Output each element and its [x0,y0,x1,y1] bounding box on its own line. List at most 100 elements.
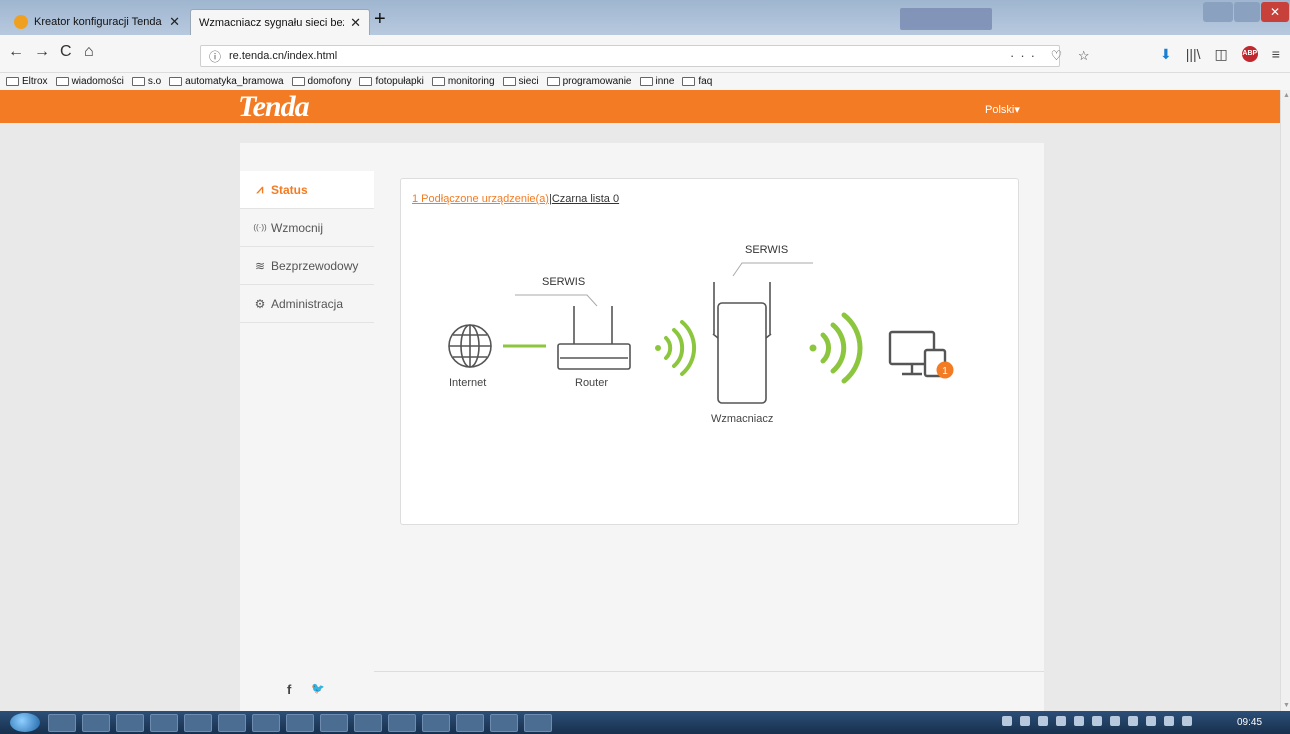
signal-icon [809,312,863,384]
bookmarks-bar: Eltrox wiadomości s.o automatyka_bramowa… [0,73,1290,90]
extender-service-label: SERWIS [745,244,789,256]
new-tab-button[interactable]: + [374,8,386,31]
sidebar-item-wzmocnij[interactable]: ((·)) Wzmocnij [240,209,374,247]
page-header [0,90,1280,123]
bookmark-item[interactable]: faq [682,76,712,87]
close-window-button[interactable]: ✕ [1261,2,1289,22]
sidebar-item-bezprzewodowy[interactable]: ≋ Bezprzewodowy [240,247,374,285]
taskbar-app[interactable] [252,714,280,732]
bookmark-item[interactable]: wiadomości [55,76,124,87]
router-icon [557,306,631,370]
tray-icon[interactable] [1146,716,1156,726]
tray-icon[interactable] [1038,716,1048,726]
menu-icon[interactable]: ≡ [1272,46,1280,63]
tray-icon[interactable] [1182,716,1192,726]
folder-icon [639,77,653,86]
folder-icon [291,77,305,86]
scroll-up-icon[interactable]: ▲ [1283,92,1290,99]
sidebar: ⩘ Status ((·)) Wzmocnij ≋ Bezprzewodowy … [240,143,374,711]
system-tray [1002,716,1192,726]
device-count: 1 [942,366,948,377]
bookmark-item[interactable]: sieci [502,76,539,87]
folder-icon [431,77,445,86]
bookmark-item[interactable]: monitoring [431,76,495,87]
minimize-button[interactable] [1203,2,1233,22]
sidebar-item-label: Status [271,182,308,197]
tray-icon[interactable] [1056,716,1066,726]
taskbar-app[interactable] [320,714,348,732]
tab-kreator[interactable]: Kreator konfiguracji Tenda ✕ [6,9,188,35]
taskbar-app[interactable] [82,714,110,732]
info-icon[interactable]: ⓘ [209,48,221,65]
scroll-down-icon[interactable]: ▼ [1283,702,1290,709]
library-icon[interactable]: |||\ [1186,46,1201,63]
taskbar-app[interactable] [490,714,518,732]
facebook-icon[interactable]: f [287,682,291,697]
tab-strip: Kreator konfiguracji Tenda ✕ Wzmacniacz … [0,0,1290,35]
tenda-logo: Tenda [238,90,310,123]
taskbar-app[interactable] [388,714,416,732]
taskbar-app[interactable] [116,714,144,732]
url-input[interactable]: ⓘ re.tenda.cn/index.html [200,45,1060,67]
toolbar-icons: ⬇ |||\ ◫ ABP ≡ [1160,46,1280,63]
adblock-icon[interactable]: ABP [1241,46,1258,62]
maximize-button[interactable] [1234,2,1260,22]
window-thumbnail [900,8,992,30]
download-icon[interactable]: ⬇ [1160,46,1172,63]
bookmark-item[interactable]: automatyka_bramowa [169,76,284,87]
bookmark-item[interactable]: domofony [291,76,351,87]
globe-icon [448,324,492,368]
taskbar-app[interactable] [286,714,314,732]
taskbar-app[interactable] [354,714,382,732]
sidebar-icon[interactable]: ◫ [1215,46,1228,63]
folder-icon [546,77,560,86]
language-select[interactable]: Polski▾ [985,103,1020,116]
tab-title: Kreator konfiguracji Tenda [34,16,162,28]
folder-icon [502,77,516,86]
back-button[interactable]: ← [8,43,24,61]
page-scrollbar[interactable]: ▲ ▼ [1280,90,1290,711]
footer-divider [374,671,1044,672]
gear-icon: ⚙ [254,296,266,311]
taskbar-clock[interactable]: 09:45 [1237,717,1262,728]
tray-icon[interactable] [1020,716,1030,726]
close-icon[interactable]: ✕ [169,14,180,30]
bookmark-item[interactable]: Eltrox [6,76,48,87]
start-button[interactable] [10,713,40,732]
tray-icon[interactable] [1128,716,1138,726]
bookmark-item[interactable]: inne [639,76,674,87]
topology-diagram: 1 [448,262,954,404]
forward-button[interactable]: → [34,43,50,61]
folder-icon [682,77,696,86]
antenna-icon: ((·)) [253,223,267,232]
taskbar-app[interactable] [184,714,212,732]
taskbar-app[interactable] [48,714,76,732]
close-icon[interactable]: ✕ [350,15,361,31]
tray-icon[interactable] [1002,716,1012,726]
page-actions[interactable]: ··· ♡ ☆ [1010,48,1096,64]
extender-callout-line [732,262,813,277]
bookmark-item[interactable]: s.o [131,76,161,87]
twitter-icon[interactable]: 🐦 [311,682,325,697]
taskbar-app[interactable] [456,714,484,732]
sidebar-item-status[interactable]: ⩘ Status [240,171,374,209]
sidebar-item-label: Wzmocnij [271,220,324,235]
sidebar-item-administracja[interactable]: ⚙ Administracja [240,285,374,323]
bookmark-item[interactable]: programowanie [546,76,632,87]
tray-icon[interactable] [1164,716,1174,726]
tray-icon[interactable] [1092,716,1102,726]
taskbar-app[interactable] [150,714,178,732]
tray-icon[interactable] [1110,716,1120,726]
taskbar-app[interactable] [422,714,450,732]
home-button[interactable]: ⌂ [84,43,94,61]
bookmark-item[interactable]: fotopułapki [359,76,424,87]
folder-icon [359,77,373,86]
wifi-icon: ≋ [254,258,266,273]
tray-icon[interactable] [1074,716,1084,726]
taskbar-app[interactable] [524,714,552,732]
reload-button[interactable]: C [60,43,72,61]
taskbar-app[interactable] [218,714,246,732]
tab-wzmacniacz[interactable]: Wzmacniacz sygnału sieci bezprzew ✕ [190,9,370,35]
extender-icon [712,282,772,404]
taskbar-items [48,714,552,732]
